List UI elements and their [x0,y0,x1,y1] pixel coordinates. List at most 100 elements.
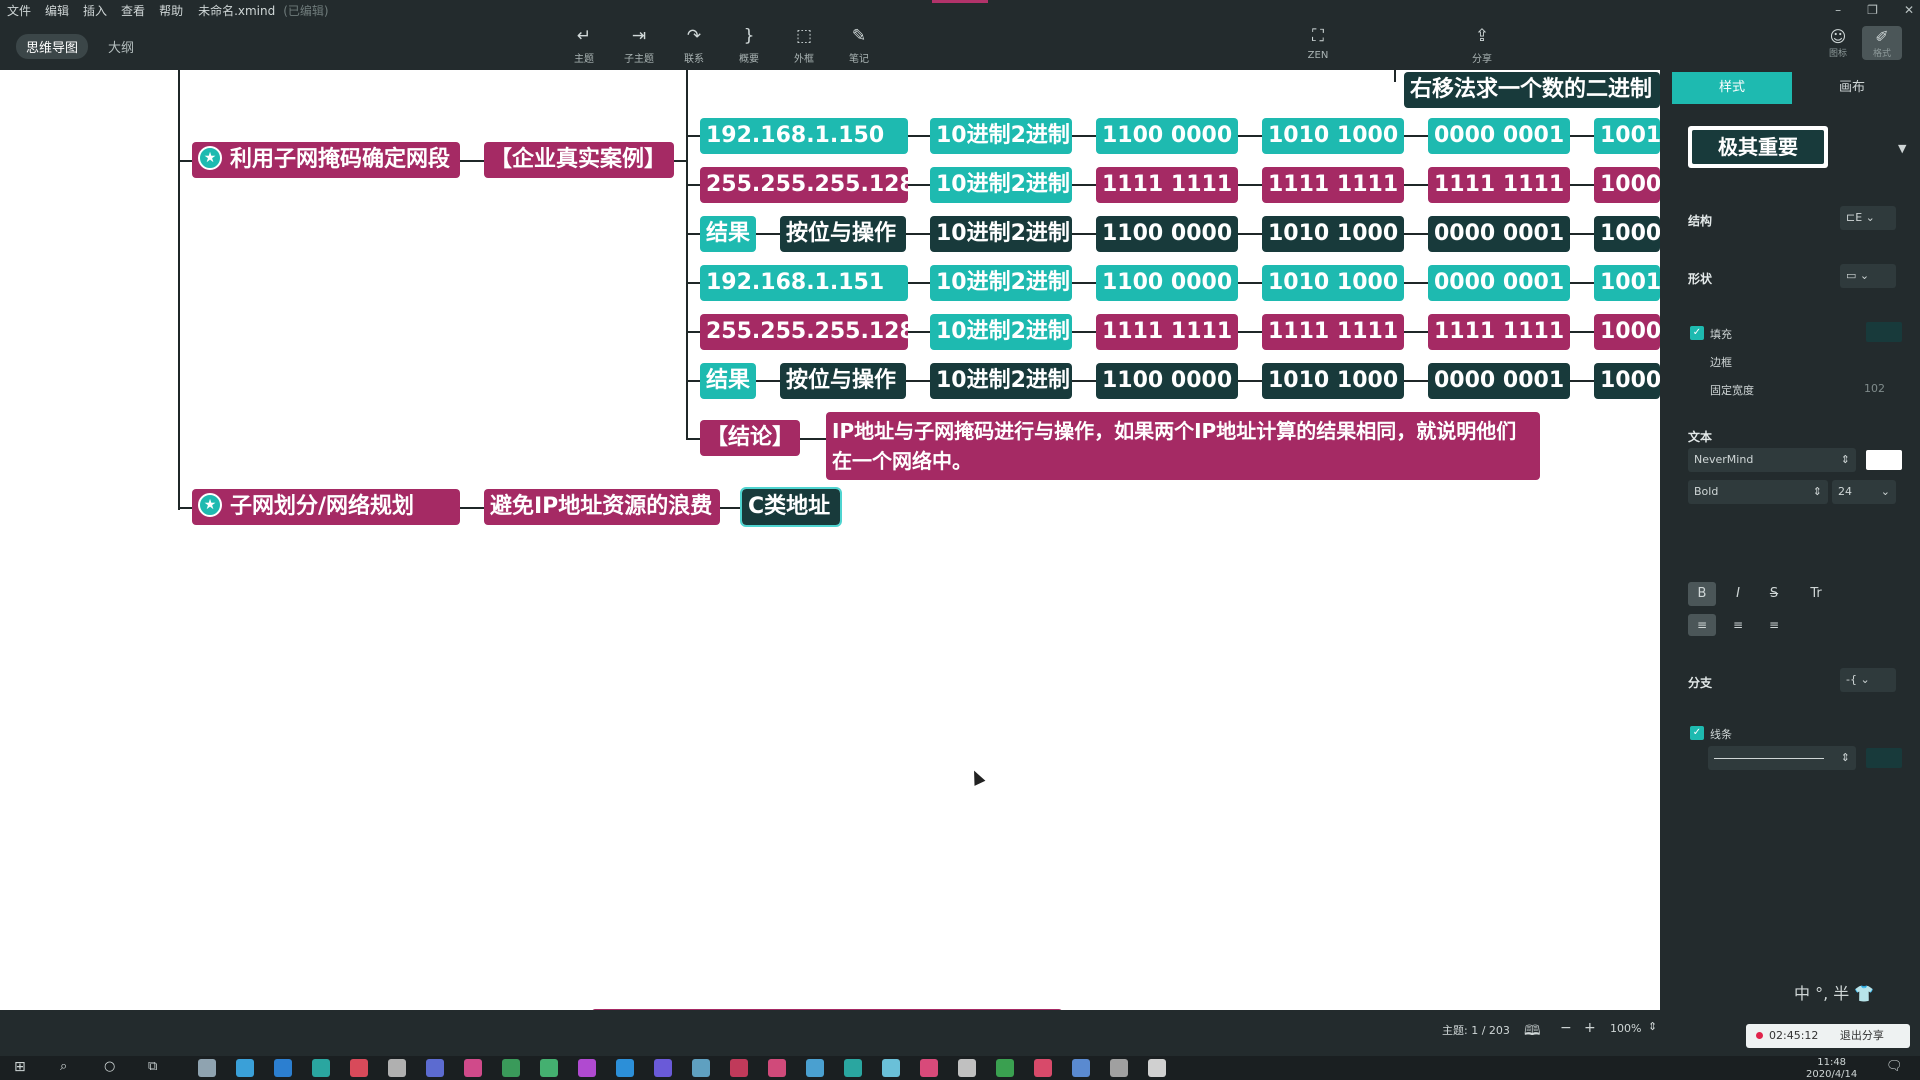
share-button[interactable]: ⇪ 分享 [1460,24,1504,65]
zoom-out-icon[interactable]: − [1560,1020,1572,1036]
align-right-icon[interactable]: ≡ [1760,614,1788,636]
style-dropdown-icon[interactable]: ▼ [1898,142,1906,155]
clock[interactable]: 11:48 2020/4/14 [1806,1058,1857,1080]
menu-file[interactable]: 文件 [0,2,38,19]
taskbar-app-icon[interactable] [882,1059,900,1077]
text-color-swatch[interactable] [1866,450,1902,470]
topic-class-c[interactable]: C类地址 [740,487,842,527]
icon-panel-button[interactable]: ☺ 图标 [1818,26,1858,60]
calc-cell[interactable]: 1100 0000 [1096,363,1238,399]
calc-cell[interactable]: 10进制2进制 [930,118,1072,154]
menu-view[interactable]: 查看 [114,2,152,19]
taskbar-app-icon[interactable] [1110,1059,1128,1077]
font-family-select[interactable]: NeverMind ⇕ [1688,448,1856,472]
zen-button[interactable]: ⛶ ZEN [1296,24,1340,61]
taskbar-app-icon[interactable] [730,1059,748,1077]
zoom-in-icon[interactable]: + [1584,1020,1596,1036]
taskbar-app-icon[interactable] [578,1059,596,1077]
taskbar-app-icon[interactable] [388,1059,406,1077]
maximize-icon[interactable]: ❐ [1867,3,1878,17]
calc-cell[interactable]: 0000 0001 [1428,363,1570,399]
taskbar-app-icon[interactable] [1072,1059,1090,1077]
calc-cell[interactable]: 255.255.255.128 [700,167,908,203]
calc-cell[interactable]: 1111 1111 [1428,314,1570,350]
search-icon[interactable]: ⌕ [60,1060,67,1073]
menu-help[interactable]: 帮助 [152,2,190,19]
strikethrough-button[interactable]: S [1760,582,1788,606]
taskbar-app-icon[interactable] [236,1059,254,1077]
taskbar-app-icon[interactable] [654,1059,672,1077]
taskbar-app-icon[interactable] [350,1059,368,1077]
calc-cell[interactable]: 结果 [700,363,756,399]
menu-edit[interactable]: 编辑 [38,2,76,19]
fill-color-swatch[interactable] [1866,322,1902,342]
calc-cell[interactable]: 255.255.255.128 [700,314,908,350]
topic-subnet-mask[interactable]: ★ 利用子网掩码确定网段 [192,142,460,178]
summary-button[interactable]: } 概要 [727,24,771,65]
calc-cell[interactable]: 192.168.1.150 [700,118,908,154]
tab-style[interactable]: 样式 [1672,72,1792,104]
calc-cell[interactable]: 10进制2进制 [930,265,1072,301]
topic-enterprise-case[interactable]: 【企业真实案例】 [484,142,674,178]
tab-canvas[interactable]: 画布 [1792,72,1912,104]
bold-button[interactable]: B [1688,582,1716,606]
exit-share-button[interactable]: 退出分享 [1840,1029,1884,1042]
calc-cell[interactable]: 1001 0 [1594,265,1660,301]
taskbar-app-icon[interactable] [692,1059,710,1077]
subtopic-button[interactable]: ⇥ 子主题 [617,24,661,65]
calc-cell[interactable]: 1000 [1594,314,1660,350]
taskbar-app-icon[interactable] [616,1059,634,1077]
calc-cell[interactable]: 1111 1111 [1428,167,1570,203]
map-overview-icon[interactable]: 🕮 [1524,1020,1541,1044]
notes-button[interactable]: ✎ 笔记 [837,24,881,65]
taskbar-app-icon[interactable] [806,1059,824,1077]
line-checkbox[interactable]: ✓ [1690,726,1704,740]
taskbar-app-icon[interactable] [540,1059,558,1077]
tab-outline[interactable]: 大纲 [98,34,144,59]
calc-cell[interactable]: 10进制2进制 [930,167,1072,203]
fill-checkbox[interactable]: ✓ [1690,326,1704,340]
mindmap-canvas[interactable]: 右移法求一个数的二进制 ★ 利用子网掩码确定网段 【企业真实案例】 192.168… [0,70,1660,1010]
cortana-icon[interactable]: ○ [104,1060,115,1073]
format-panel-button[interactable]: ✐ 格式 [1862,26,1902,60]
topic-conclusion-label[interactable]: 【结论】 [700,420,800,456]
calc-cell[interactable]: 1010 1000 [1262,363,1404,399]
taskbar-app-icon[interactable] [312,1059,330,1077]
fixed-width-value[interactable]: 102 [1864,382,1885,395]
notifications-icon[interactable]: 🗨 [1886,1060,1903,1073]
calc-cell[interactable]: 1100 0000 [1096,216,1238,252]
topic-subnetting[interactable]: ★ 子网划分/网络规划 [192,489,460,525]
calc-cell[interactable]: 1010 1000 [1262,265,1404,301]
calc-cell[interactable]: 1111 1111 [1262,167,1404,203]
ime-indicator[interactable]: 中 °, 半 👕 [1794,980,1874,1004]
calc-cell[interactable]: 1111 1111 [1096,314,1238,350]
font-weight-select[interactable]: Bold ⇕ [1688,480,1828,504]
calc-cell[interactable]: 1000 0 [1594,363,1660,399]
calc-cell[interactable]: 1111 1111 [1096,167,1238,203]
calc-cell[interactable]: 1001 0 [1594,118,1660,154]
align-center-icon[interactable]: ≡ [1724,614,1752,636]
windows-start-icon[interactable]: ⊞ [14,1060,26,1074]
calc-cell[interactable]: 10进制2进制 [930,216,1072,252]
menu-insert[interactable]: 插入 [76,2,114,19]
calc-cell[interactable]: 1100 0000 [1096,265,1238,301]
calc-cell[interactable]: 按位与操作 [780,363,906,399]
task-view-icon[interactable]: ⧉ [148,1060,157,1073]
calc-cell[interactable]: 0000 0001 [1428,216,1570,252]
taskbar-app-icon[interactable] [1148,1059,1166,1077]
taskbar-app-icon[interactable] [464,1059,482,1077]
taskbar-app-icon[interactable] [502,1059,520,1077]
calc-cell[interactable]: 1010 1000 [1262,216,1404,252]
calc-cell[interactable]: 0000 0001 [1428,118,1570,154]
taskbar-app-icon[interactable] [1034,1059,1052,1077]
topic-avoid-waste[interactable]: 避免IP地址资源的浪费 [484,489,720,525]
relationship-button[interactable]: ↷ 联系 [672,24,716,65]
calc-cell[interactable]: 结果 [700,216,756,252]
taskbar-app-icon[interactable] [958,1059,976,1077]
topic-button[interactable]: ↵ 主题 [562,24,606,65]
calc-cell[interactable]: 1000 [1594,167,1660,203]
style-preview[interactable]: 极其重要 [1688,126,1828,168]
structure-select[interactable]: ⊏E ⌄ [1840,206,1896,230]
topic-conclusion-text[interactable]: IP地址与子网掩码进行与操作，如果两个IP地址计算的结果相同，就说明他们在一个网… [826,412,1540,480]
italic-button[interactable]: I [1724,582,1752,606]
